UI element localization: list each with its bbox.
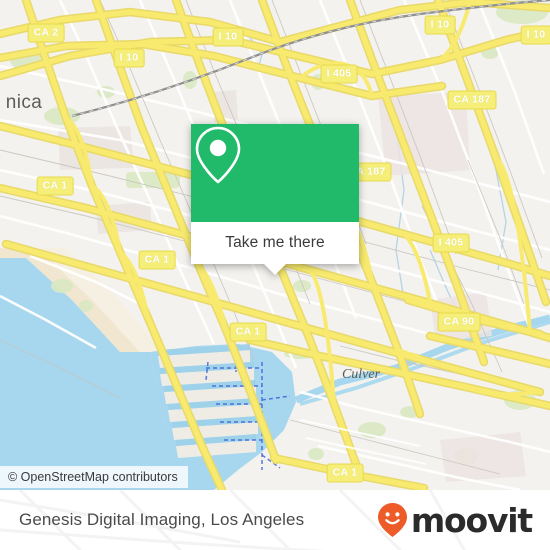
footer-content: Genesis Digital Imaging, Los Angeles moo…: [0, 490, 550, 550]
footer-bar: Genesis Digital Imaging, Los Angeles moo…: [0, 490, 550, 550]
map-popup-card[interactable]: Take me there: [191, 124, 359, 275]
water-label: Culver: [341, 367, 381, 382]
map-canvas[interactable]: nica Culver CA 2 I 10 I 10 I 10 I 10 I 4…: [0, 0, 550, 490]
moovit-smiley-pin-icon: [377, 503, 407, 537]
road-shield-i10[interactable]: I 10: [212, 27, 244, 47]
road-shield-ca187[interactable]: CA 187: [447, 90, 497, 110]
screenshot-root: nica Culver CA 2 I 10 I 10 I 10 I 10 I 4…: [0, 0, 550, 550]
road-shield-i10[interactable]: I 10: [113, 48, 145, 68]
road-shield-ca90[interactable]: CA 90: [437, 312, 481, 332]
moovit-brand[interactable]: moovit: [376, 500, 533, 540]
popup-action-area[interactable]: Take me there: [191, 222, 359, 275]
road-shield-i405[interactable]: I 405: [432, 233, 470, 253]
map-pin-icon: [195, 126, 241, 184]
popup-pointer: [264, 264, 286, 275]
road-shield-ca1[interactable]: CA 1: [36, 176, 74, 196]
road-shield-i405[interactable]: I 405: [320, 64, 358, 84]
road-shield-ca2[interactable]: CA 2: [27, 23, 65, 43]
place-label: nica: [5, 92, 43, 113]
take-me-there-label: Take me there: [225, 234, 325, 251]
road-shield-ca1[interactable]: CA 1: [229, 322, 267, 342]
popup-icon-area: [191, 124, 359, 222]
moovit-wordmark: moovit: [410, 500, 533, 540]
osm-attribution[interactable]: © OpenStreetMap contributors: [0, 466, 188, 488]
road-shield-ca1[interactable]: CA 1: [138, 250, 176, 270]
road-shield-ca1[interactable]: CA 1: [326, 463, 364, 483]
road-shield-i10[interactable]: I 10: [520, 25, 550, 45]
road-shield-i10[interactable]: I 10: [424, 15, 456, 35]
location-title: Genesis Digital Imaging, Los Angeles: [19, 510, 305, 529]
